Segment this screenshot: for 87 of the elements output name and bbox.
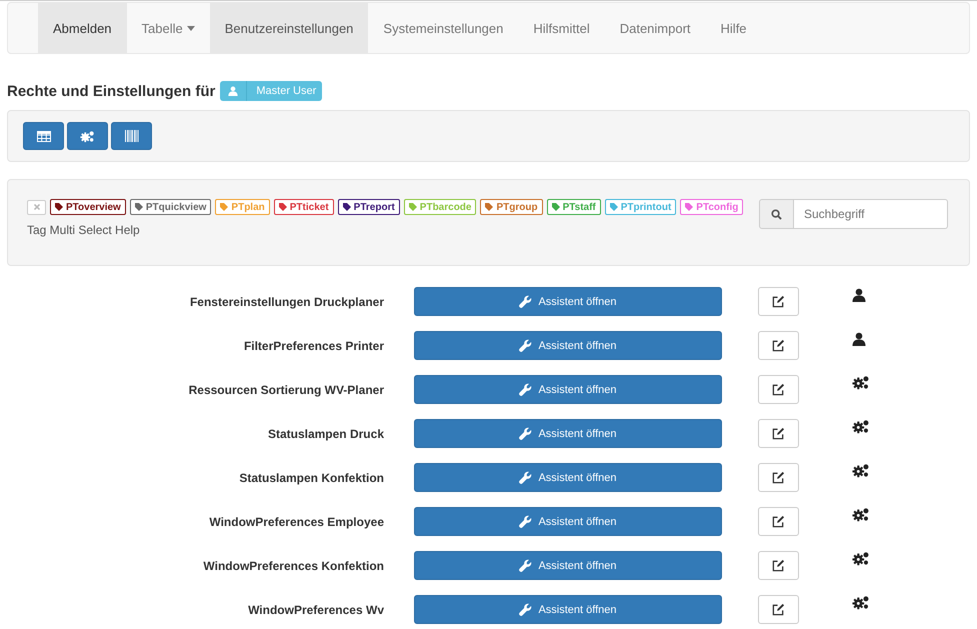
nav-tab[interactable]: Tabelle [126,3,210,53]
gears-icon [852,375,870,390]
edit-button[interactable] [758,331,799,360]
tag[interactable]: PTquickview [130,199,212,215]
tag-icon [134,203,143,211]
edit-button[interactable] [758,375,799,404]
tag[interactable]: PTticket [274,199,334,215]
gears-icon [852,507,870,522]
edit-button[interactable] [758,595,799,624]
toolbar-button[interactable] [23,122,64,150]
nav-tab[interactable]: Benutzereinstellungen [210,3,368,53]
edit-button[interactable] [758,551,799,580]
help-text: Tag Multi Select Help [27,223,141,237]
setting-name: Ressourcen Sortierung WV-Planer [188,382,384,396]
gears-icon [852,551,870,566]
nav-tab[interactable]: Abmelden [38,3,127,53]
nav-tab[interactable]: Systemeinstellungen [368,3,518,53]
tag[interactable]: PTgroup [480,199,543,215]
gears-icon [852,419,870,434]
edit-icon [772,515,785,528]
tag[interactable]: PTconfig [680,199,744,215]
table-icon [36,130,50,142]
wrench-icon [519,559,532,572]
setting-name: WindowPreferences Konfektion [202,558,384,572]
tag-icon [278,203,287,211]
wizard-button[interactable]: Assistent öffnen [414,287,722,316]
wizard-button[interactable]: Assistent öffnen [414,463,722,492]
edit-icon [772,427,785,440]
wizard-button[interactable]: Assistent öffnen [414,595,722,624]
tag-icon [408,203,417,211]
edit-icon [772,383,785,396]
edit-button[interactable] [758,287,799,316]
gears-icon [80,130,95,142]
toolbar-button[interactable] [111,122,152,150]
tag[interactable]: PToverview [50,199,126,215]
person-icon [228,86,238,96]
tag-icon [610,203,618,211]
edit-button[interactable] [758,463,799,492]
tag-icon [685,203,694,211]
close-icon [34,204,40,210]
edit-button[interactable] [758,507,799,536]
edit-icon [772,559,785,572]
wrench-icon [519,427,532,440]
search-field[interactable]: Suchbegriff [794,199,948,229]
search-icon [771,208,782,220]
wrench-icon [519,383,532,396]
tag-icon [552,203,560,211]
gears-icon [852,463,870,478]
setting-name: Statuslampen Druck [266,426,384,440]
caret-icon [186,26,195,30]
barcode-icon [124,130,138,142]
person-icon [852,332,866,346]
nav-tab[interactable]: Hilfsmittel [518,3,605,53]
wizard-button[interactable]: Assistent öffnen [414,331,722,360]
page-heading: Rechte und Einstellungen für [7,82,216,100]
edit-icon [772,603,785,616]
person-icon [852,288,866,302]
setting-name: WindowPreferences Wv [247,602,384,616]
tag-icon [220,203,228,211]
edit-icon [772,471,785,484]
tag[interactable]: PTreport [338,199,400,215]
tag-icon [485,203,494,211]
wrench-icon [519,295,532,308]
wizard-button[interactable]: Assistent öffnen [414,375,722,404]
tag-icon [55,203,63,211]
wizard-button[interactable]: Assistent öffnen [414,507,722,536]
wizard-button[interactable]: Assistent öffnen [414,551,722,580]
wrench-icon [519,603,532,616]
wrench-icon [519,515,532,528]
tag-icon [342,203,351,211]
user-name: Master User [255,85,318,97]
nav-tab[interactable]: Datenimport [604,3,706,53]
tag[interactable]: PTprintout [604,199,676,215]
wrench-icon [519,339,532,352]
tag[interactable]: PTstaff [546,199,601,215]
toolbar-button[interactable] [67,122,108,150]
edit-icon [772,295,785,308]
wrench-icon [519,471,532,484]
wizard-button[interactable]: Assistent öffnen [414,419,722,448]
setting-name: FilterPreferences Printer [242,338,384,352]
nav-tab[interactable]: Hilfe [706,3,762,53]
setting-name: WindowPreferences Employee [208,514,384,528]
edit-icon [772,339,785,352]
edit-button[interactable] [758,419,799,448]
setting-name: Statuslampen Konfektion [238,470,384,484]
setting-name: Fenstereinstellungen Druckplaner [188,294,384,308]
gears-icon [852,595,870,610]
